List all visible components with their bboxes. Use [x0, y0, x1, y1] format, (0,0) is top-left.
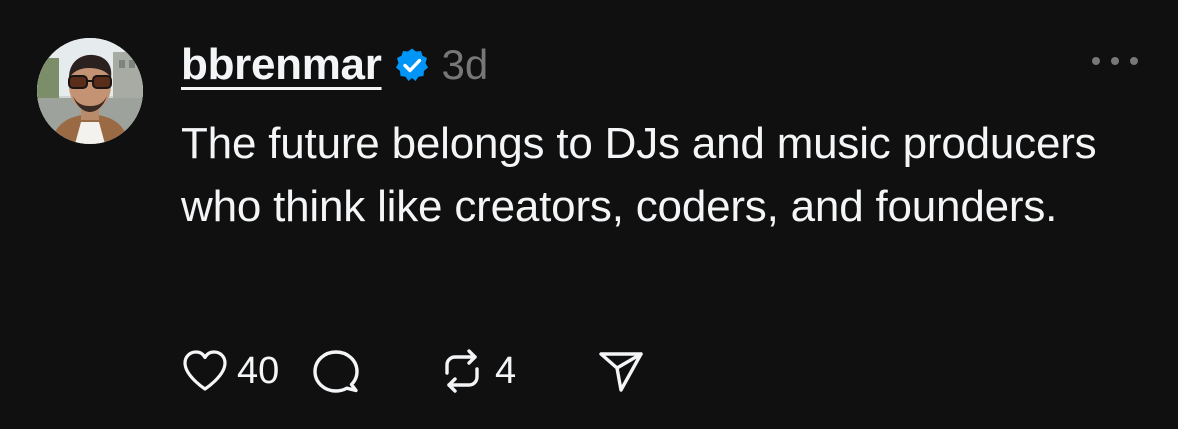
heart-icon: [181, 349, 229, 393]
post-actions: 40 4: [181, 343, 645, 399]
more-dots-icon: [1092, 57, 1100, 65]
avatar[interactable]: [37, 38, 143, 144]
reply-button[interactable]: [311, 347, 437, 395]
post-header: bbrenmar 3d: [181, 35, 488, 95]
repost-arrows-icon: [437, 348, 487, 394]
thread-post: bbrenmar 3d The future belongs to DJs an…: [0, 0, 1178, 429]
like-button[interactable]: 40: [181, 349, 311, 393]
verified-badge-icon: [394, 47, 430, 83]
speech-bubble-icon: [311, 347, 361, 395]
username-link[interactable]: bbrenmar: [181, 40, 382, 90]
post-timestamp: 3d: [441, 41, 489, 88]
more-dots-icon: [1111, 57, 1119, 65]
send-plane-icon: [597, 348, 645, 394]
repost-count: 4: [495, 349, 517, 392]
share-button[interactable]: [597, 348, 645, 394]
like-count: 40: [237, 349, 280, 392]
repost-button[interactable]: 4: [437, 348, 597, 394]
more-dots-icon: [1130, 57, 1138, 65]
post-text: The future belongs to DJs and music prod…: [181, 119, 1097, 231]
more-options-button[interactable]: [1092, 48, 1138, 74]
